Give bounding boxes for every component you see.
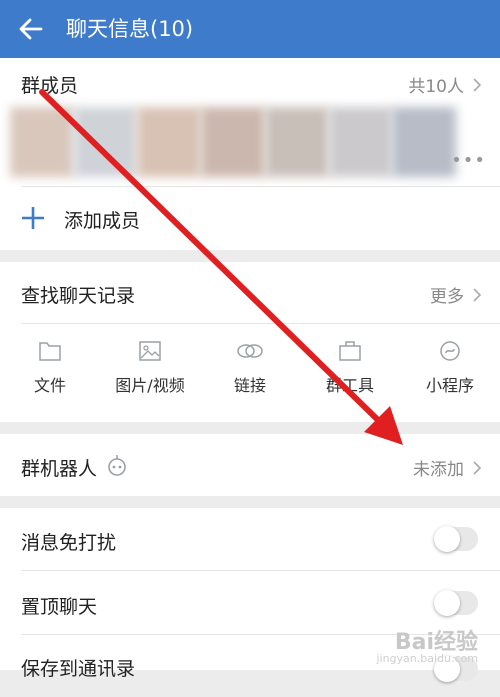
- watermark-url: jingyan.baidu.com: [376, 652, 478, 665]
- annotation-arrow: [39, 89, 403, 445]
